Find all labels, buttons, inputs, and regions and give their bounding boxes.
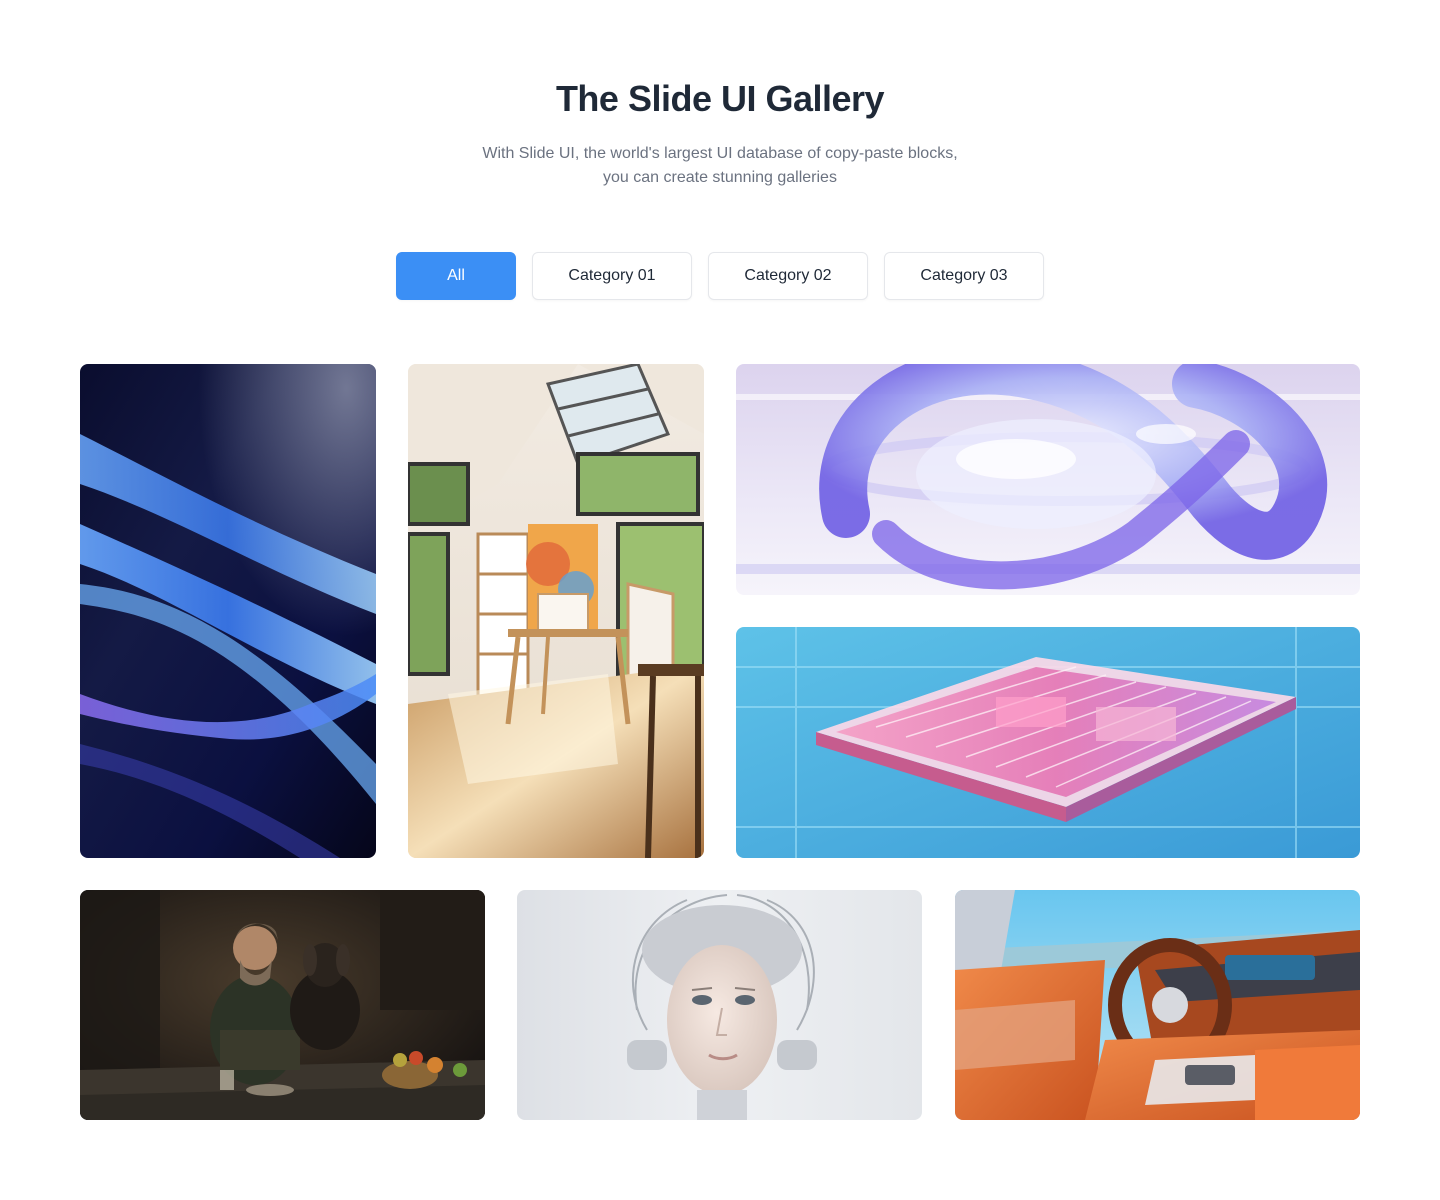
gallery-page: The Slide UI Gallery With Slide UI, the …: [0, 0, 1440, 1200]
gallery-image-car-interior[interactable]: [955, 890, 1360, 1120]
page-subtitle: With Slide UI, the world's largest UI da…: [420, 142, 1020, 190]
circuit-chip-image: [736, 627, 1360, 858]
filter-category-02-button[interactable]: Category 02: [708, 252, 868, 300]
page-title: The Slide UI Gallery: [555, 78, 885, 119]
filter-category-01-button[interactable]: Category 01: [532, 252, 692, 300]
gallery-image-blue-waves[interactable]: [80, 364, 376, 858]
glass-ring-image: [736, 364, 1360, 595]
gallery-image-art-studio[interactable]: [408, 364, 704, 858]
man-with-dog-image: [80, 890, 485, 1120]
art-studio-image: [408, 364, 704, 858]
subtitle-line-1: With Slide UI, the world's largest UI da…: [482, 145, 958, 162]
robot-woman-image: [517, 890, 922, 1120]
category-filter-bar: All Category 01 Category 02 Category 03: [396, 252, 1044, 300]
blue-waves-image: [80, 364, 376, 858]
car-interior-image: [955, 890, 1360, 1120]
subtitle-line-2: you can create stunning galleries: [603, 169, 837, 186]
gallery-image-man-with-dog[interactable]: [80, 890, 485, 1120]
gallery-image-circuit-chip[interactable]: [736, 627, 1360, 858]
filter-category-03-button[interactable]: Category 03: [884, 252, 1044, 300]
filter-all-button[interactable]: All: [396, 252, 516, 300]
gallery-image-robot-woman[interactable]: [517, 890, 922, 1120]
gallery-image-glass-ring[interactable]: [736, 364, 1360, 595]
